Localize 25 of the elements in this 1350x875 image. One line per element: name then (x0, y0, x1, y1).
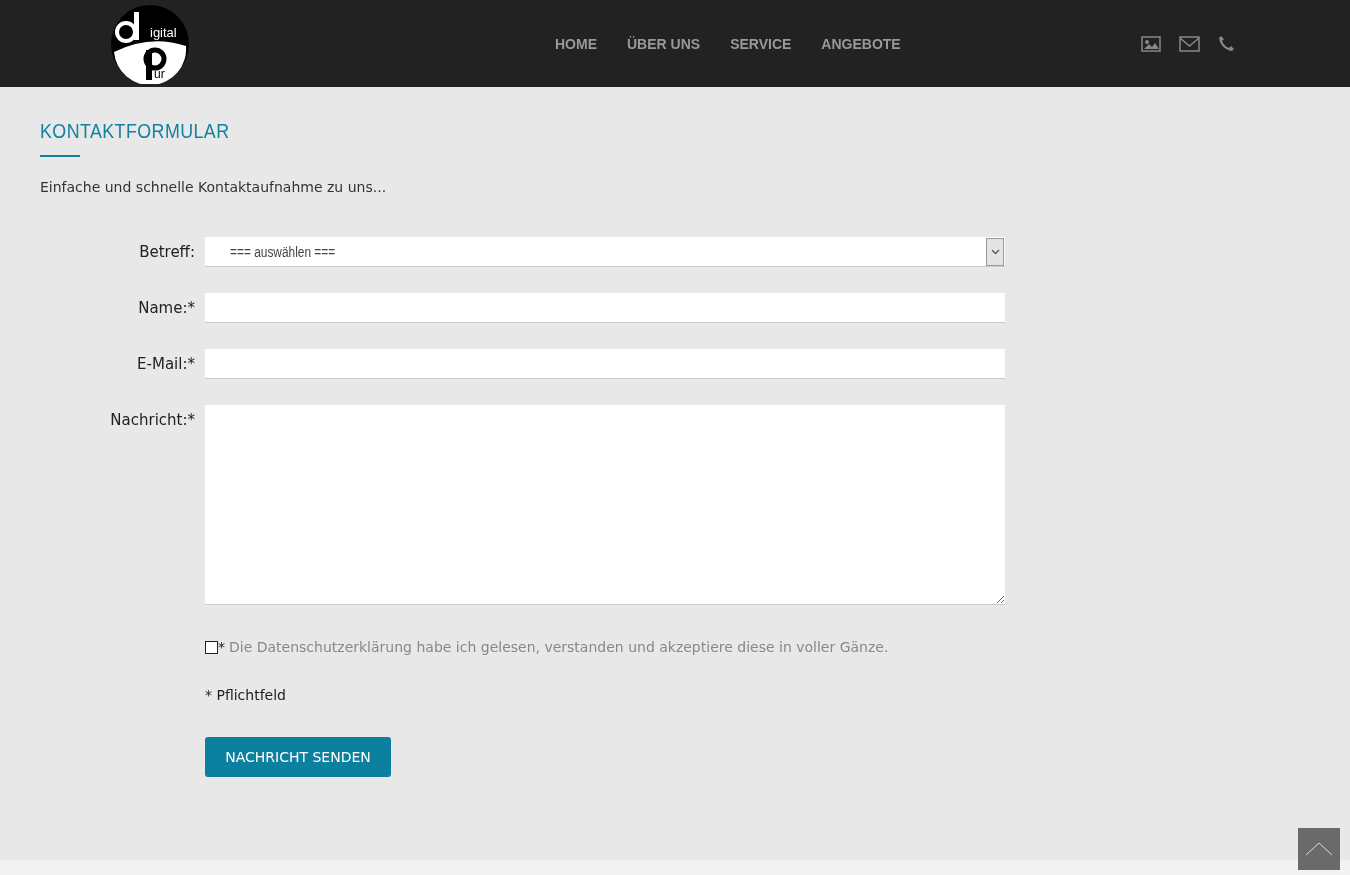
required-note: * Pflichtfeld (205, 687, 287, 703)
page-title: KONTAKTFORMULAR (40, 118, 231, 143)
nav-link[interactable]: ANGEBOTE (821, 35, 901, 52)
consent-text: Die Datenschutzerklärung habe ich gelesen, verstanden und akzeptiere diese in voller Gänze. (229, 639, 889, 655)
field-label: Betreff: (138, 242, 196, 263)
message-field[interactable] (205, 405, 1005, 605)
nav-link[interactable]: ÜBER UNS (627, 35, 701, 52)
nav-link[interactable]: SERVICE (730, 35, 792, 52)
logo[interactable]: igital ur (110, 3, 190, 84)
field-label: E-Mail:* (136, 354, 196, 375)
intro-text: Einfache und schnelle Kontaktaufnahme zu uns... (40, 179, 388, 195)
image-icon[interactable] (1140, 35, 1161, 52)
submit-button[interactable]: NACHRICHT SENDEN (205, 737, 391, 777)
field-label: Name:* (137, 298, 196, 319)
input-field[interactable] (205, 293, 1005, 323)
subject-select[interactable]: === auswählen === (205, 237, 1005, 267)
field-label: Nachricht:* (109, 410, 196, 431)
caret-icon (990, 248, 1000, 255)
required-mark: * (218, 639, 225, 655)
nav-link[interactable]: HOME (555, 35, 597, 52)
mail-icon[interactable] (1178, 35, 1200, 52)
chevron-up-icon (1305, 842, 1333, 856)
phone-icon[interactable] (1217, 35, 1235, 52)
input-field[interactable] (205, 349, 1005, 379)
consent-checkbox[interactable] (205, 640, 218, 654)
